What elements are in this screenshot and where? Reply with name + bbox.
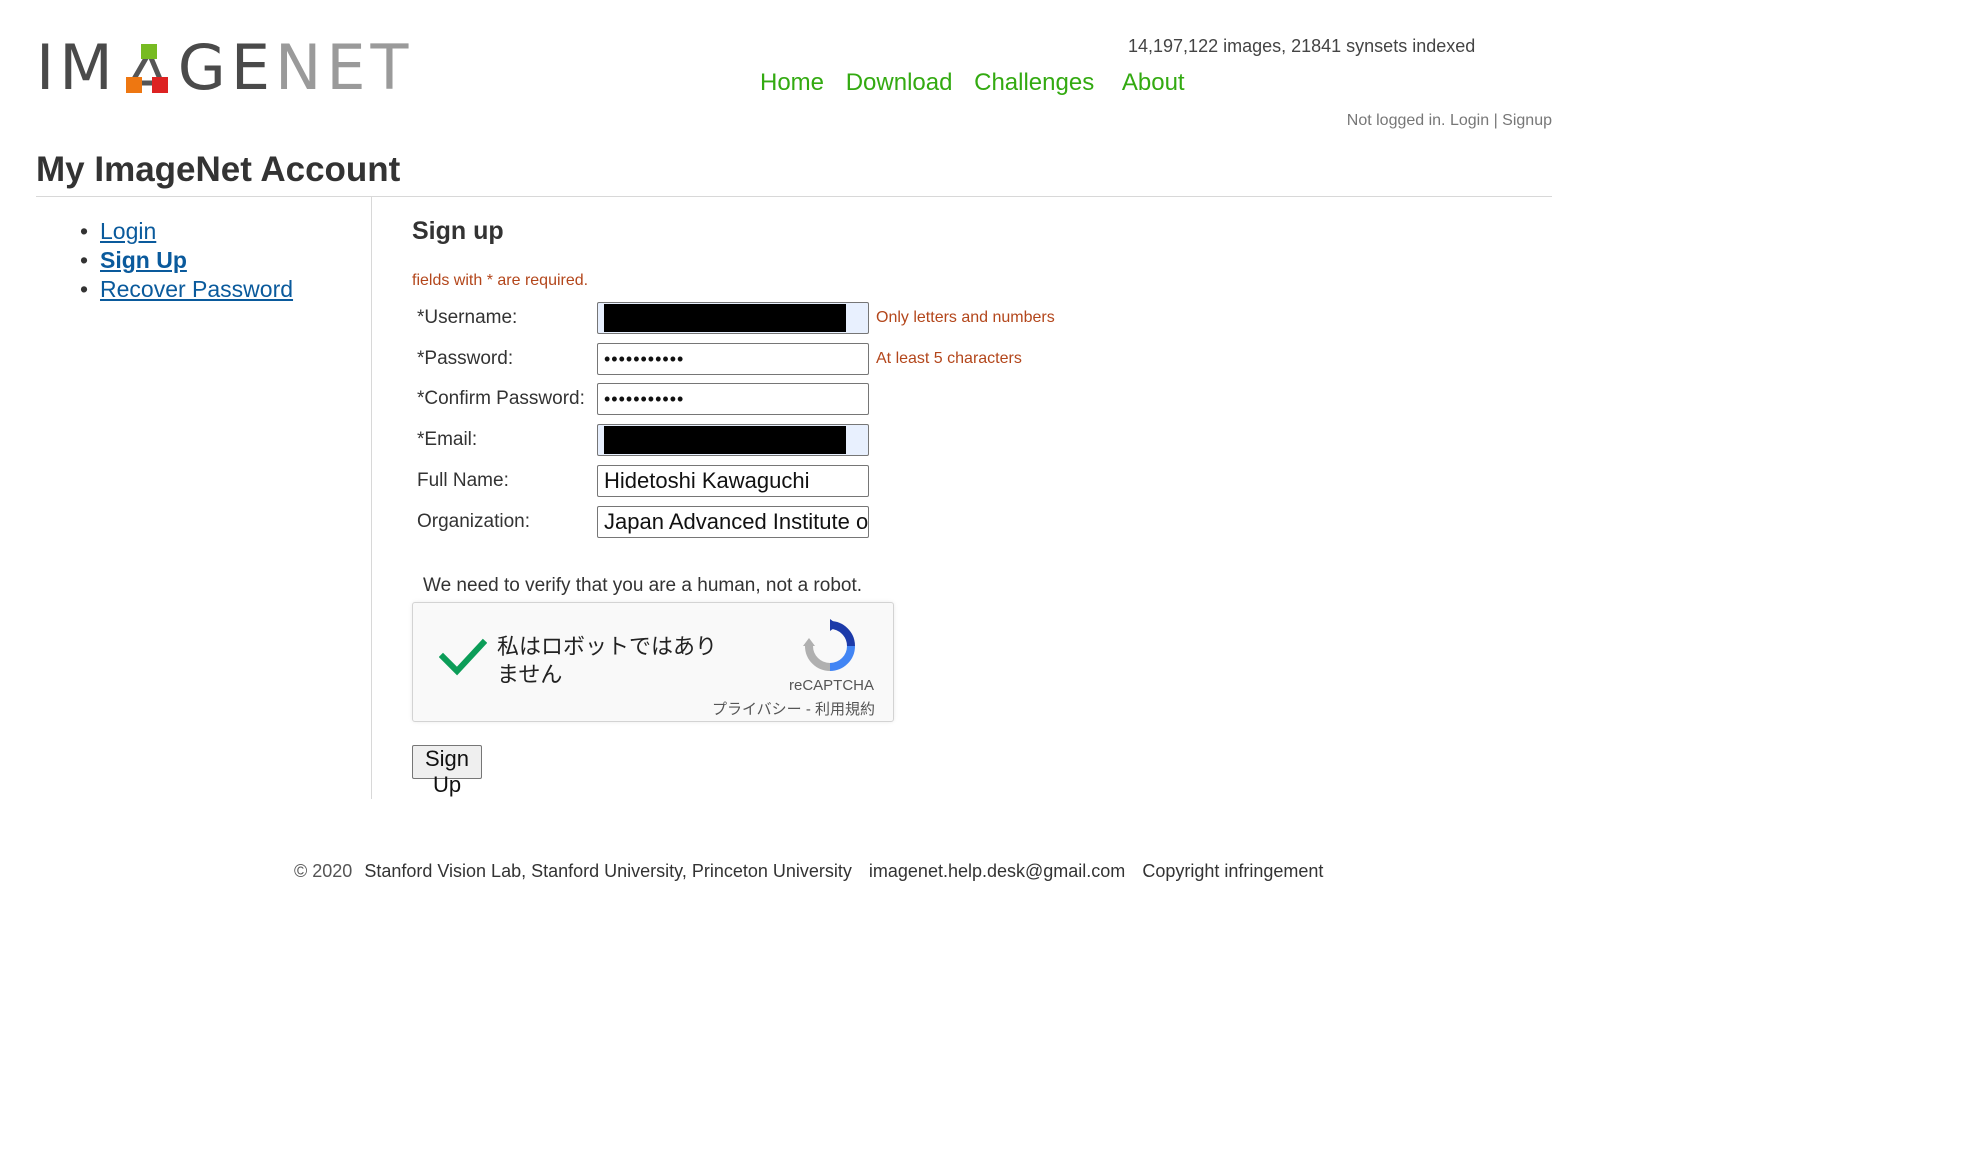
signup-heading: Sign up bbox=[412, 217, 504, 245]
sidebar-link-login[interactable]: Login bbox=[100, 218, 156, 244]
organization-label: Organization: bbox=[417, 511, 531, 532]
sidebar-item-signup: Sign Up bbox=[80, 246, 293, 275]
recaptcha-terms-link[interactable]: 利用規約 bbox=[815, 701, 875, 718]
index-stats: 14,197,122 images, 21841 synsets indexed bbox=[1128, 36, 1476, 56]
sidebar-item-login: Login bbox=[80, 217, 293, 246]
password-label: *Password: bbox=[417, 348, 514, 369]
auth-login-link[interactable]: Login bbox=[1450, 112, 1489, 129]
email-label: *Email: bbox=[417, 429, 478, 450]
recaptcha-privacy-link[interactable]: プライバシー bbox=[712, 701, 802, 718]
full-name-label: Full Name: bbox=[417, 470, 509, 491]
full-name-field[interactable]: Hidetoshi Kawaguchi bbox=[597, 465, 869, 497]
captcha-label: 私はロボットではありません bbox=[497, 634, 718, 687]
page-footer: © 2020 Stanford Vision Lab, Stanford Univ… bbox=[294, 861, 1335, 882]
password-field[interactable]: ••••••••••• bbox=[597, 343, 869, 375]
organization-field[interactable]: Japan Advanced Institute o bbox=[597, 506, 869, 538]
auth-status-text: Not logged in. bbox=[1346, 112, 1446, 129]
recaptcha-separator: - bbox=[805, 701, 811, 718]
captcha-instructions: We need to verify that you are a human, … bbox=[423, 575, 863, 596]
recaptcha-logo-icon bbox=[803, 619, 855, 671]
auth-separator: | bbox=[1493, 112, 1498, 129]
password-hint: At least 5 characters bbox=[876, 350, 1022, 367]
recaptcha-brand: reCAPTCHA bbox=[789, 677, 875, 694]
auth-status: Not logged in. Login | Signup bbox=[1347, 112, 1552, 130]
logo-text-im: IM bbox=[36, 31, 118, 104]
sidebar-link-signup[interactable]: Sign Up bbox=[100, 247, 187, 273]
sidebar-menu: Login Sign Up Recover Password bbox=[36, 217, 293, 304]
footer-email-link[interactable]: imagenet.help.desk@gmail.com bbox=[869, 861, 1125, 881]
confirm-password-label: *Confirm Password: bbox=[417, 388, 585, 409]
captcha-checkmark-icon[interactable] bbox=[439, 637, 487, 677]
imagenet-logo[interactable]: IM GE NET bbox=[36, 31, 414, 104]
footer-orgs: Stanford Vision Lab, Stanford University… bbox=[364, 861, 852, 881]
logo-text-ge: GE bbox=[177, 31, 275, 104]
password-row: *Password: ••••••••••• At least 5 charac… bbox=[412, 342, 1022, 376]
username-label: *Username: bbox=[417, 307, 518, 328]
username-row: *Username: Only letters and numbers bbox=[412, 301, 1055, 335]
email-field[interactable] bbox=[597, 424, 869, 456]
username-redaction bbox=[604, 304, 846, 332]
logo-tree-icon bbox=[125, 44, 168, 93]
username-hint: Only letters and numbers bbox=[876, 309, 1055, 326]
footer-copyright-infringement-link[interactable]: Copyright infringement bbox=[1142, 861, 1323, 881]
recaptcha-terms: プライバシー - 利用規約 bbox=[712, 698, 875, 719]
confirm-password-field[interactable]: ••••••••••• bbox=[597, 383, 869, 415]
footer-copyright: © 2020 bbox=[294, 861, 353, 881]
nav-home[interactable]: Home bbox=[760, 69, 824, 96]
logo-text-net: NET bbox=[275, 31, 414, 104]
recaptcha-widget: 私はロボットではありません reCAPTCHA プライバシー - 利用規約 bbox=[412, 602, 894, 722]
signup-submit-button[interactable]: Sign Up bbox=[412, 745, 483, 797]
top-nav: Home Download Challenges About bbox=[760, 69, 1200, 97]
email-redaction bbox=[604, 426, 846, 454]
confirm-password-row: *Confirm Password: ••••••••••• bbox=[412, 382, 869, 416]
nav-challenges[interactable]: Challenges bbox=[974, 69, 1094, 96]
nav-about[interactable]: About bbox=[1122, 69, 1185, 96]
organization-row: Organization: Japan Advanced Institute o bbox=[412, 505, 869, 539]
username-field[interactable] bbox=[597, 302, 869, 334]
account-sidebar: Login Sign Up Recover Password bbox=[36, 197, 372, 799]
sidebar-link-recover-password[interactable]: Recover Password bbox=[100, 276, 293, 302]
page-title: My ImageNet Account bbox=[36, 150, 401, 189]
full-name-row: Full Name: Hidetoshi Kawaguchi bbox=[412, 464, 869, 498]
email-row: *Email: bbox=[412, 423, 869, 457]
required-note: fields with * are required. bbox=[412, 272, 589, 289]
nav-download[interactable]: Download bbox=[846, 69, 953, 96]
auth-signup-link[interactable]: Signup bbox=[1502, 112, 1552, 129]
sidebar-item-recover: Recover Password bbox=[80, 275, 293, 304]
